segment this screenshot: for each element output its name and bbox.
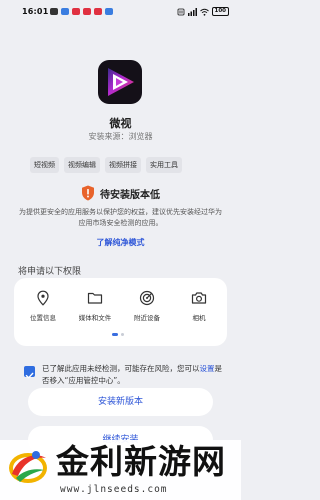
nfc-icon [177,8,184,15]
app-icon [98,60,142,104]
app-tag: 视频编辑 [64,157,100,173]
permission-label: 位置信息 [30,314,56,322]
watermark-title: 金利新游网 [56,442,226,481]
location-icon [37,290,49,306]
permission-item-nearby: 附近设备 [124,290,170,322]
notification-app-icon [105,8,113,15]
watermark-url: www.jlnseeds.com [60,484,168,495]
status-time: 16:01 [22,7,49,16]
permissions-card[interactable]: 位置信息 媒体和文件 附近设备 相机 [14,278,227,346]
notification-app-icon [83,8,91,15]
page-dot-active [112,333,118,336]
notification-app-icon [72,8,80,15]
warning-title: 待安装版本低 [100,189,160,201]
watermark: 金利新游网 www.jlnseeds.com [0,440,241,500]
page-dot [121,333,124,336]
permission-item-location: 位置信息 [20,290,66,322]
page-indicator [112,333,124,336]
app-tag: 实用工具 [146,157,182,173]
signal-icon [187,7,197,16]
notification-app-icon [50,8,58,15]
app-tag: 短视频 [30,157,59,173]
settings-link[interactable]: 设置 [200,364,215,373]
acknowledge-text: 已了解此应用未经检测，可能存在风险，您可以设置是否移入“应用管控中心”。 [42,363,222,387]
battery-level: 100 [211,7,229,16]
permission-label: 附近设备 [134,314,160,322]
permission-label: 相机 [192,314,206,322]
notification-icons [50,8,113,15]
permissions-title: 将申请以下权限 [18,267,82,277]
watermark-logo-icon [9,451,47,483]
app-tag: 视频拼接 [105,157,141,173]
acknowledge-text-before: 已了解此应用未经检测，可能存在风险，您可以 [42,364,200,373]
warning-description: 为提供更安全的应用服务以保护您的权益，建议优先安装经过华为应用市场安全检测的应用… [19,208,222,227]
permission-item-media: 媒体和文件 [72,290,118,322]
app-name: 微视 [109,117,132,130]
install-source: 安装来源：浏览器 [88,132,153,141]
install-new-version-button[interactable]: 安装新版本 [28,388,213,416]
acknowledge-checkbox[interactable] [24,366,35,379]
warning-shield-icon [82,185,94,201]
nearby-devices-icon [139,290,155,306]
app-tags: 短视频 视频编辑 视频拼接 实用工具 [30,157,215,173]
folder-icon [87,292,103,304]
warning-header: 待安装版本低 [0,185,241,201]
wifi-icon [199,8,209,16]
permission-label: 媒体和文件 [78,314,112,322]
notification-app-icon [61,8,69,15]
permission-item-camera: 相机 [176,290,222,322]
notification-app-icon [94,8,102,15]
checkmark-icon [25,372,34,379]
status-right: 100 [177,7,229,16]
camera-icon [191,292,207,304]
pure-mode-link[interactable]: 了解纯净模式 [0,237,241,248]
status-bar: 16:01 100 [0,0,241,22]
